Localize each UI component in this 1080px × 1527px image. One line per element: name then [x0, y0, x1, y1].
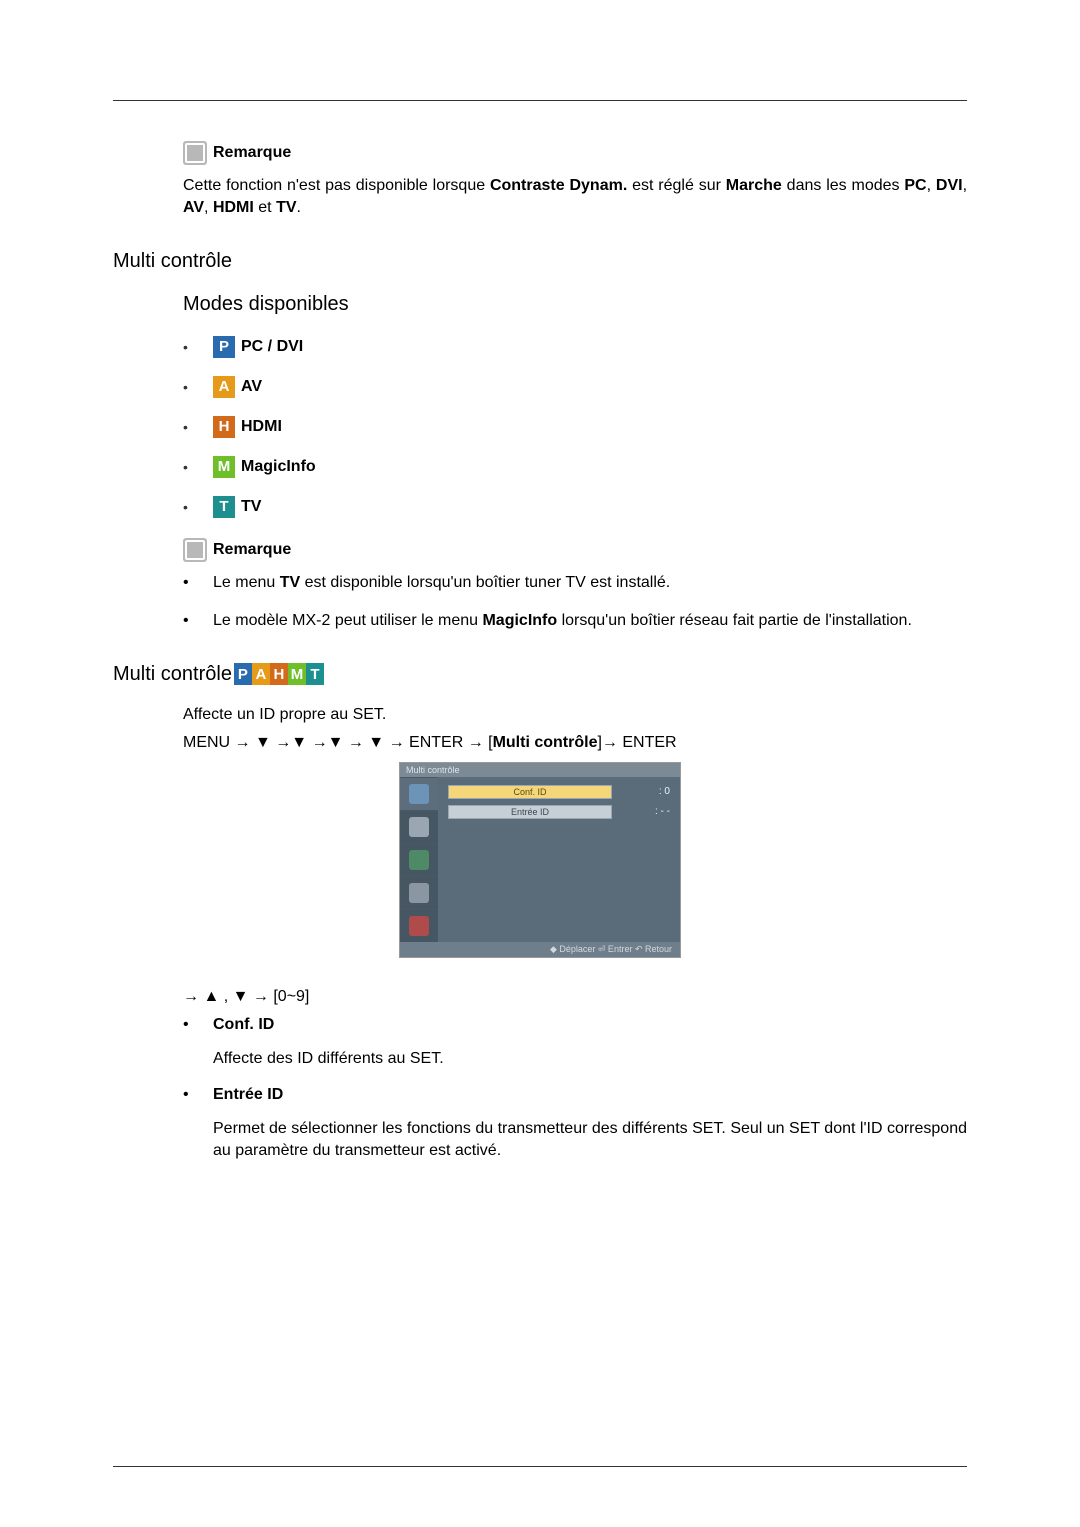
mode-label: PC / DVI — [241, 338, 303, 356]
mode-item: H HDMI — [183, 416, 967, 438]
mode-icon-t: T — [213, 496, 235, 518]
strip-icon-m: M — [288, 663, 306, 685]
osd-sidebar — [400, 777, 438, 942]
osd-row: Conf. ID: 0 — [448, 785, 670, 799]
note-icon — [183, 538, 207, 562]
osd-main: Conf. ID: 0Entrée ID: - - — [438, 777, 680, 942]
definition-desc: Affecte des ID différents au SET. — [213, 1048, 967, 1070]
mode-item: T TV — [183, 496, 967, 518]
strip-icon-p: P — [234, 663, 252, 685]
mode-icon-m: M — [213, 456, 235, 478]
osd-row: Entrée ID: - - — [448, 805, 670, 819]
osd-field-value: : - - — [612, 806, 670, 817]
heading-modes-disponibles: Modes disponibles — [183, 293, 967, 316]
mode-label: AV — [241, 378, 262, 396]
mode-item: P PC / DVI — [183, 336, 967, 358]
mode-label: HDMI — [241, 418, 282, 436]
mode-item: A AV — [183, 376, 967, 398]
osd-footer: ◆ Déplacer ⏎ Entrer ↶ Retour — [400, 942, 680, 957]
mode-icon-a: A — [213, 376, 235, 398]
definition-desc: Permet de sélectionner les fonctions du … — [213, 1118, 967, 1163]
definition-term: Conf. ID — [213, 1016, 967, 1034]
heading-multi-controle-2: Multi contrôle — [113, 663, 232, 686]
osd-side-3 — [400, 843, 438, 876]
mode-label: MagicInfo — [241, 458, 316, 476]
note-tv: Le menu TV est disponible lorsqu'un boît… — [183, 572, 967, 594]
osd-side-1 — [400, 777, 438, 810]
osd-field-label: Conf. ID — [448, 785, 612, 799]
top-divider — [113, 100, 967, 101]
arrows-range: → ▲ , ▼ → [0~9] — [183, 988, 967, 1006]
heading-multi-controle: Multi contrôle — [113, 250, 967, 273]
modes-list: P PC / DVI A AV H HDMI M MagicInfo T TV — [183, 336, 967, 518]
note1-text: Cette fonction n'est pas disponible lors… — [183, 175, 967, 220]
definition-term: Entrée ID — [213, 1086, 967, 1104]
note-label: Remarque — [213, 144, 291, 162]
mode-item: M MagicInfo — [183, 456, 967, 478]
osd-side-2 — [400, 810, 438, 843]
note-label: Remarque — [213, 541, 291, 559]
osd-screenshot: Multi contrôle Conf. ID: 0Entrée ID: - -… — [399, 762, 681, 958]
definition-item: Conf. ID Affecte des ID différents au SET… — [183, 1016, 967, 1070]
osd-title: Multi contrôle — [400, 763, 680, 777]
strip-icon-t: T — [306, 663, 324, 685]
mode-icon-h: H — [213, 416, 235, 438]
strip-icon-a: A — [252, 663, 270, 685]
note-icon — [183, 141, 207, 165]
mode-icon-strip: PAHMT — [234, 663, 324, 685]
osd-side-4 — [400, 876, 438, 909]
affecte-text: Affecte un ID propre au SET. — [183, 706, 967, 724]
osd-field-label: Entrée ID — [448, 805, 612, 819]
note-list-2: Le menu TV est disponible lorsqu'un boît… — [183, 572, 967, 633]
mode-label: TV — [241, 498, 261, 516]
osd-side-5 — [400, 909, 438, 942]
mode-icon-p: P — [213, 336, 235, 358]
nav-path: MENU → ▼ →▼ →▼ → ▼ → ENTER → [Multi cont… — [183, 734, 967, 752]
strip-icon-h: H — [270, 663, 288, 685]
definition-item: Entrée ID Permet de sélectionner les fonc… — [183, 1086, 967, 1163]
note-mx2: Le modèle MX-2 peut utiliser le menu Mag… — [183, 610, 967, 632]
definitions-list: Conf. ID Affecte des ID différents au SET… — [183, 1016, 967, 1163]
bottom-divider — [113, 1466, 967, 1467]
osd-field-value: : 0 — [612, 786, 670, 797]
